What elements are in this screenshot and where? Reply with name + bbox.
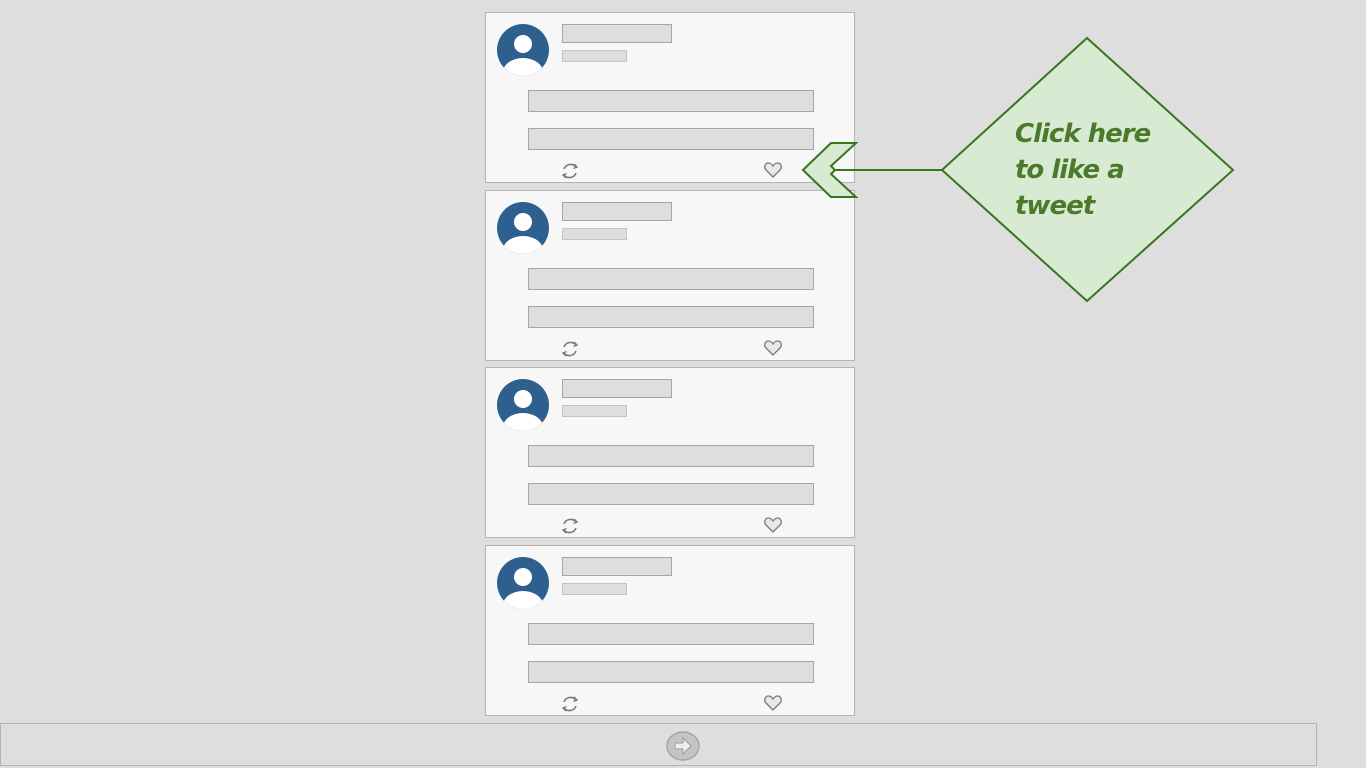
avatar [497, 379, 549, 431]
tweet-card [485, 367, 855, 538]
tweet-text-placeholder [528, 483, 814, 505]
retweet-icon[interactable] [560, 339, 580, 359]
username-placeholder [562, 24, 672, 43]
tweet-mockup-stage: Click here to like a tweet [0, 0, 1366, 768]
username-placeholder [562, 202, 672, 221]
tweet-text-placeholder [528, 306, 814, 328]
arrow-right-icon[interactable] [666, 731, 700, 761]
retweet-icon[interactable] [560, 161, 580, 181]
callout-text: Click here to like a tweet [1015, 119, 1151, 221]
handle-placeholder [562, 228, 627, 240]
username-placeholder [562, 557, 672, 576]
tweet-text-placeholder [528, 128, 814, 150]
handle-placeholder [562, 583, 627, 595]
heart-icon[interactable] [763, 338, 783, 358]
heart-icon[interactable] [763, 693, 783, 713]
retweet-icon[interactable] [560, 516, 580, 536]
tweet-text-placeholder [528, 623, 814, 645]
avatar [497, 557, 549, 609]
avatar [497, 202, 549, 254]
handle-placeholder [562, 50, 627, 62]
footer-bar [0, 723, 1317, 766]
retweet-icon[interactable] [560, 694, 580, 714]
tweet-text-placeholder [528, 445, 814, 467]
handle-placeholder [562, 405, 627, 417]
tweet-text-placeholder [528, 268, 814, 290]
heart-icon[interactable] [763, 160, 783, 180]
tweet-text-placeholder [528, 661, 814, 683]
tweet-card [485, 545, 855, 716]
username-placeholder [562, 379, 672, 398]
avatar [497, 24, 549, 76]
tweet-text-placeholder [528, 90, 814, 112]
heart-icon[interactable] [763, 515, 783, 535]
